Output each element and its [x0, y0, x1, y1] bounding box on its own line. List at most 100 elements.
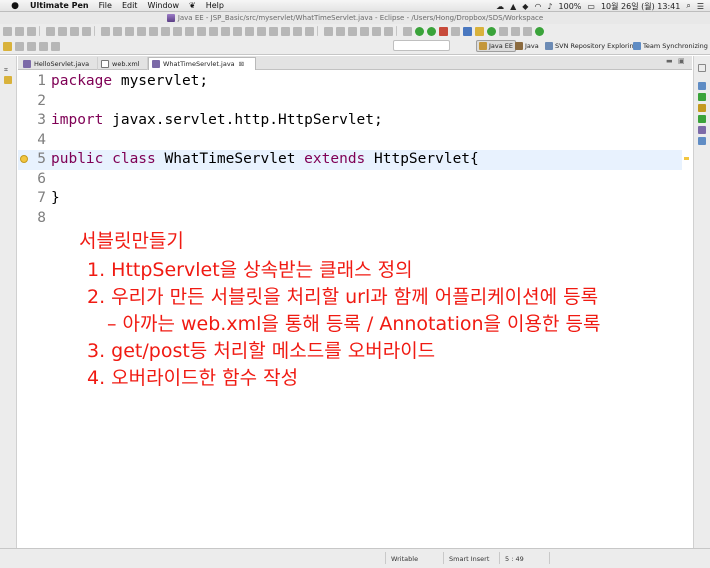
menu-app-name[interactable]: Ultimate Pen [30, 1, 89, 10]
menu-file[interactable]: File [99, 1, 112, 10]
search-icon[interactable]: ⌕ [686, 1, 690, 11]
servers-icon[interactable] [698, 115, 706, 123]
web-browser-icon[interactable] [523, 26, 532, 36]
mark-occurrences-icon[interactable] [161, 26, 170, 36]
open-type-icon[interactable] [336, 26, 345, 36]
restore-icon[interactable]: ⌗ [4, 66, 12, 74]
menu-edit[interactable]: Edit [122, 1, 138, 10]
restore-icon[interactable] [698, 64, 706, 72]
task-repo-icon[interactable] [360, 26, 369, 36]
team-sync-icon [633, 42, 641, 50]
tab-what-time-servlet[interactable]: WhatTimeServlet.java ⊠ [148, 57, 256, 70]
save-icon[interactable] [15, 26, 24, 36]
cloud-icon[interactable]: ☁ [496, 2, 504, 11]
task-list-icon[interactable] [698, 93, 706, 101]
new-class-icon[interactable] [475, 26, 484, 36]
package-explorer-icon[interactable] [4, 76, 12, 84]
settings-icon[interactable] [403, 26, 412, 36]
skip-breakpoints-icon[interactable] [293, 26, 302, 36]
back-icon[interactable] [27, 41, 36, 51]
perspective-svn[interactable]: SVN Repository Exploring [545, 40, 638, 52]
save-all-icon[interactable] [27, 26, 36, 36]
tab-hello-servlet[interactable]: HelloServlet.java [20, 57, 98, 70]
toggle-comment-icon[interactable] [137, 26, 146, 36]
last-edit-icon[interactable] [15, 41, 24, 51]
lock-icon[interactable]: ◆ [522, 2, 528, 11]
apple-menu-icon[interactable]: ● [8, 1, 22, 11]
perspective-label: Team Synchronizing [643, 42, 708, 50]
cut-icon[interactable] [58, 26, 67, 36]
note-item: 4. 오버라이드한 함수 작성 [87, 367, 299, 389]
clock-text[interactable]: 10월 26일 (월) 13:41 [601, 1, 680, 12]
annotation-next-icon[interactable] [372, 26, 381, 36]
data-source-icon[interactable] [698, 126, 706, 134]
script-icon[interactable]: ❦ [189, 1, 196, 10]
perspective-label: SVN Repository Exploring [555, 42, 638, 50]
new-server-icon[interactable] [451, 26, 460, 36]
coverage-icon[interactable] [209, 26, 218, 36]
new-icon[interactable] [3, 26, 12, 36]
forward-icon[interactable] [39, 41, 48, 51]
quick-access-input[interactable] [393, 40, 450, 51]
pin-editor-icon[interactable] [511, 26, 520, 36]
maximize-icon[interactable]: ▣ [678, 57, 685, 65]
whitespace-icon[interactable] [185, 26, 194, 36]
annotation-prev-icon[interactable] [384, 26, 393, 36]
mountain-icon[interactable]: ▲ [510, 2, 516, 11]
menu-window[interactable]: Window [147, 1, 179, 10]
open-perspective-icon[interactable] [499, 26, 508, 36]
external-tools-icon[interactable] [233, 26, 242, 36]
tab-web-xml[interactable]: web.xml [98, 57, 148, 70]
overview-warning-mark[interactable] [684, 157, 689, 160]
search-icon[interactable] [324, 26, 333, 36]
warning-icon[interactable] [20, 155, 28, 163]
publish-icon[interactable] [269, 26, 278, 36]
new-package-icon[interactable] [463, 26, 472, 36]
global-icon[interactable] [535, 26, 544, 36]
notification-icon[interactable]: ☰ [697, 2, 704, 11]
perspective-team-sync[interactable]: Team Synchronizing [633, 40, 708, 52]
perspective-java-ee[interactable]: Java EE [476, 40, 517, 52]
profile-icon[interactable] [221, 26, 230, 36]
markers-icon[interactable] [698, 104, 706, 112]
open-resource-icon[interactable] [348, 26, 357, 36]
toolbar-separator [396, 26, 397, 36]
perspective-java[interactable]: Java [515, 40, 539, 52]
redo-icon[interactable] [113, 26, 122, 36]
volume-icon[interactable]: ♪ [547, 2, 552, 11]
outline-view-icon[interactable] [698, 82, 706, 90]
open-folder-icon[interactable] [3, 41, 12, 51]
print-icon[interactable] [46, 26, 55, 36]
java-ee-icon [479, 42, 487, 50]
close-tab-icon[interactable]: ⊠ [239, 60, 244, 68]
code-line: 7} [18, 189, 682, 209]
copy-icon[interactable] [70, 26, 79, 36]
status-cursor-position: 5 : 49 [505, 555, 524, 563]
tab-label: web.xml [112, 59, 140, 68]
battery-icon[interactable]: ▭ [587, 2, 595, 11]
paste-icon[interactable] [82, 26, 91, 36]
new-java-project-icon[interactable] [487, 26, 496, 36]
stop-icon[interactable] [439, 26, 448, 36]
xml-file-icon [101, 59, 109, 68]
debug-run-icon[interactable] [415, 26, 424, 36]
server-icon[interactable] [257, 26, 266, 36]
wifi-icon[interactable]: ◠ [534, 2, 541, 11]
tasks-icon[interactable] [305, 26, 314, 36]
build-icon[interactable] [281, 26, 290, 36]
toolbar-separator [94, 26, 95, 36]
code-editor[interactable]: 1 package myservlet; 2 3 import javax.serv… [18, 70, 692, 548]
menu-help[interactable]: Help [206, 1, 224, 10]
undo-icon[interactable] [101, 26, 110, 36]
outline-icon[interactable] [149, 26, 158, 36]
svn-icon [545, 42, 553, 50]
console-icon[interactable] [698, 137, 706, 145]
forward-dropdown-icon[interactable] [51, 41, 60, 51]
note-heading: 서블릿만들기 [79, 230, 184, 252]
ant-icon[interactable] [245, 26, 254, 36]
run-icon[interactable] [427, 26, 436, 36]
block-select-icon[interactable] [173, 26, 182, 36]
minimize-icon[interactable]: ▬ [666, 57, 673, 65]
debug-icon[interactable] [197, 26, 206, 36]
format-icon[interactable] [125, 26, 134, 36]
